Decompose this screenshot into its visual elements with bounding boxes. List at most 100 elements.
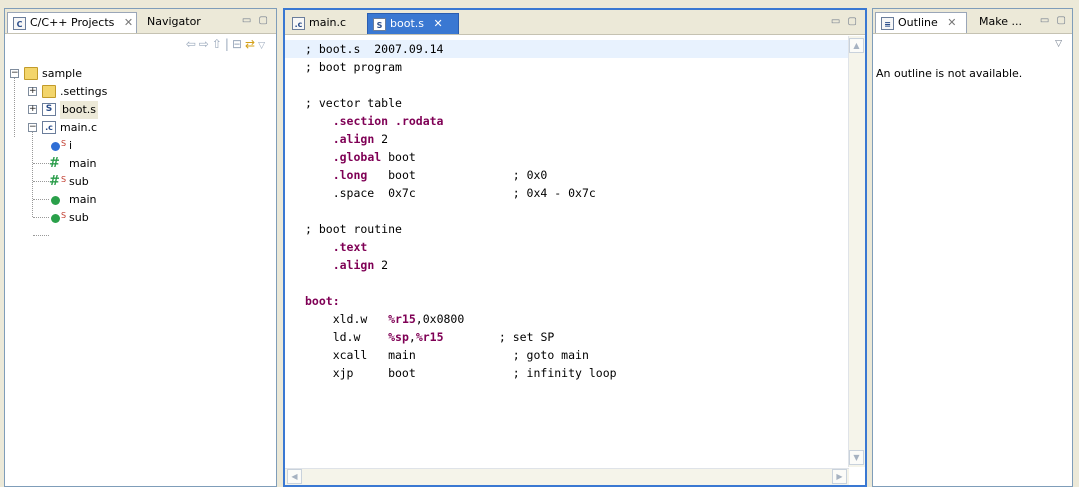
- projects-toolbar: ⇦⇨⇧|⊟⇄▽: [185, 37, 268, 51]
- scroll-down-icon[interactable]: ▼: [849, 450, 864, 465]
- code-text: 2: [374, 132, 389, 146]
- code-keyword: .long: [332, 168, 368, 182]
- view-menu-icon[interactable]: ▽: [258, 41, 268, 51]
- code-keyword: .section .rodata: [332, 114, 444, 128]
- collapse-icon[interactable]: −: [28, 123, 37, 132]
- expand-icon[interactable]: +: [28, 105, 37, 114]
- tab-outline-label: Outline: [898, 16, 938, 29]
- minimize-maximize-icons[interactable]: ▭ ▢: [831, 16, 859, 27]
- code-line: ld.w %sp,%r15 ; set SP: [305, 328, 617, 346]
- tree-item-label: i: [69, 139, 73, 152]
- tree-item-main-c[interactable]: − .c main.c: [9, 119, 272, 137]
- code-text: boot: [381, 150, 416, 164]
- tab-cpp-projects-label: C/C++ Projects: [30, 16, 115, 29]
- tree-item-method-main[interactable]: main: [9, 191, 272, 209]
- close-icon[interactable]: ✕: [433, 17, 442, 30]
- static-marker-icon: S: [61, 139, 67, 148]
- up-icon[interactable]: ⇧: [212, 37, 225, 51]
- tab-outline[interactable]: ≡ Outline ✕: [875, 12, 967, 33]
- static-marker-icon: S: [61, 211, 67, 220]
- outline-icon: ≡: [881, 17, 894, 30]
- outline-tabbar: ≡ Outline ✕ Make ... ▭ ▢: [873, 9, 1072, 34]
- code-line: xcall main ; goto main: [305, 346, 617, 364]
- code-text: ; boot program: [305, 60, 402, 74]
- close-icon[interactable]: ✕: [947, 16, 956, 29]
- scroll-left-icon[interactable]: ◀: [287, 469, 302, 484]
- code-line: xld.w %r15,0x0800: [305, 310, 617, 328]
- tree-item-settings[interactable]: + .settings: [9, 83, 272, 101]
- code-keyword: .global: [332, 150, 382, 164]
- code-line: .global boot: [305, 148, 617, 166]
- code-text: ,0x0800: [415, 312, 465, 326]
- project-folder-icon: [24, 67, 38, 80]
- code-line: .text: [305, 238, 617, 256]
- tab-make[interactable]: Make ...: [971, 12, 1028, 33]
- outline-view: ≡ Outline ✕ Make ... ▭ ▢ ▽ An outline is…: [872, 8, 1073, 487]
- tree-item-sample[interactable]: − sample: [9, 65, 272, 83]
- scroll-up-icon[interactable]: ▲: [849, 38, 864, 53]
- expand-icon[interactable]: +: [28, 87, 37, 96]
- collapse-all-icon[interactable]: ⊟: [232, 37, 245, 51]
- code-keyword: .align: [332, 132, 375, 146]
- code-register: %r15: [388, 312, 416, 326]
- tab-boot-s[interactable]: S boot.s ✕: [367, 13, 459, 34]
- code-text: ; set SP: [443, 330, 555, 344]
- tab-cpp-projects[interactable]: C C/C++ Projects ✕: [7, 12, 137, 33]
- tab-navigator-label: Navigator: [147, 15, 201, 28]
- code-text: ; boot routine: [305, 222, 402, 236]
- vertical-scrollbar[interactable]: ▲ ▼: [848, 36, 865, 467]
- c-file-icon: .c: [292, 17, 305, 30]
- back-icon[interactable]: ⇦: [186, 37, 199, 51]
- tree-item-label: main: [69, 193, 97, 206]
- c-file-icon: .c: [42, 121, 56, 134]
- link-editor-icon[interactable]: ⇄: [245, 37, 258, 51]
- tab-navigator[interactable]: Navigator: [139, 12, 207, 33]
- code-register: %r15: [415, 330, 444, 344]
- tree-item-variable[interactable]: S i: [9, 137, 272, 155]
- tree-item-function-main[interactable]: # main: [9, 155, 272, 173]
- folder-icon: [42, 85, 56, 98]
- editor-text[interactable]: ; boot.s 2007.09.14 ; boot program ; vecto…: [285, 36, 849, 467]
- minimize-maximize-icons[interactable]: ▭ ▢: [242, 15, 270, 26]
- editor-area: .c main.c S boot.s ✕ ▭ ▢ ; boot.s 2007.0…: [283, 8, 867, 487]
- tab-main-c[interactable]: .c main.c: [287, 13, 363, 34]
- code-keyword: boot:: [305, 294, 340, 308]
- tree-item-function-sub[interactable]: # S sub: [9, 173, 272, 191]
- projects-view: C C/C++ Projects ✕ Navigator ▭ ▢ ⇦⇨⇧|⊟⇄▽…: [4, 8, 277, 487]
- code-line: xjp boot ; infinity loop: [305, 364, 617, 382]
- collapse-icon[interactable]: −: [10, 69, 19, 78]
- forward-icon[interactable]: ⇨: [199, 37, 212, 51]
- code-line: ; boot.s 2007.09.14: [305, 40, 617, 58]
- code-line: ; vector table: [305, 94, 617, 112]
- static-marker-icon: S: [61, 175, 67, 184]
- editor-tabbar: .c main.c S boot.s ✕ ▭ ▢: [285, 10, 865, 35]
- scroll-right-icon[interactable]: ▶: [832, 469, 847, 484]
- tree-item-label: sub: [69, 175, 89, 188]
- code-text: .space 0x7c ; 0x4 - 0x7c: [305, 186, 596, 200]
- tree-item-label: main: [69, 157, 97, 170]
- view-menu-icon[interactable]: ▽: [1055, 39, 1062, 49]
- tree-item-label: .settings: [60, 85, 108, 98]
- tree-item-label: sample: [42, 67, 82, 80]
- code-keyword: .align: [332, 258, 375, 272]
- tree-item-method-sub[interactable]: S sub: [9, 209, 272, 227]
- code-line: .align 2: [305, 256, 617, 274]
- tree-item-label: boot.s: [60, 101, 98, 119]
- code-line: .space 0x7c ; 0x4 - 0x7c: [305, 184, 617, 202]
- tree-item-boot-s[interactable]: + S boot.s: [9, 101, 272, 119]
- code-text: xcall main ; goto main: [305, 348, 589, 362]
- function-icon: [51, 214, 60, 223]
- outline-message: An outline is not available.: [876, 67, 1023, 80]
- close-icon[interactable]: ✕: [124, 16, 133, 29]
- code-line: ; boot program: [305, 58, 617, 76]
- projects-tabbar: C C/C++ Projects ✕ Navigator ▭ ▢: [5, 9, 276, 34]
- minimize-maximize-icons[interactable]: ▭ ▢: [1040, 15, 1068, 26]
- horizontal-scrollbar[interactable]: ◀ ▶: [285, 468, 849, 485]
